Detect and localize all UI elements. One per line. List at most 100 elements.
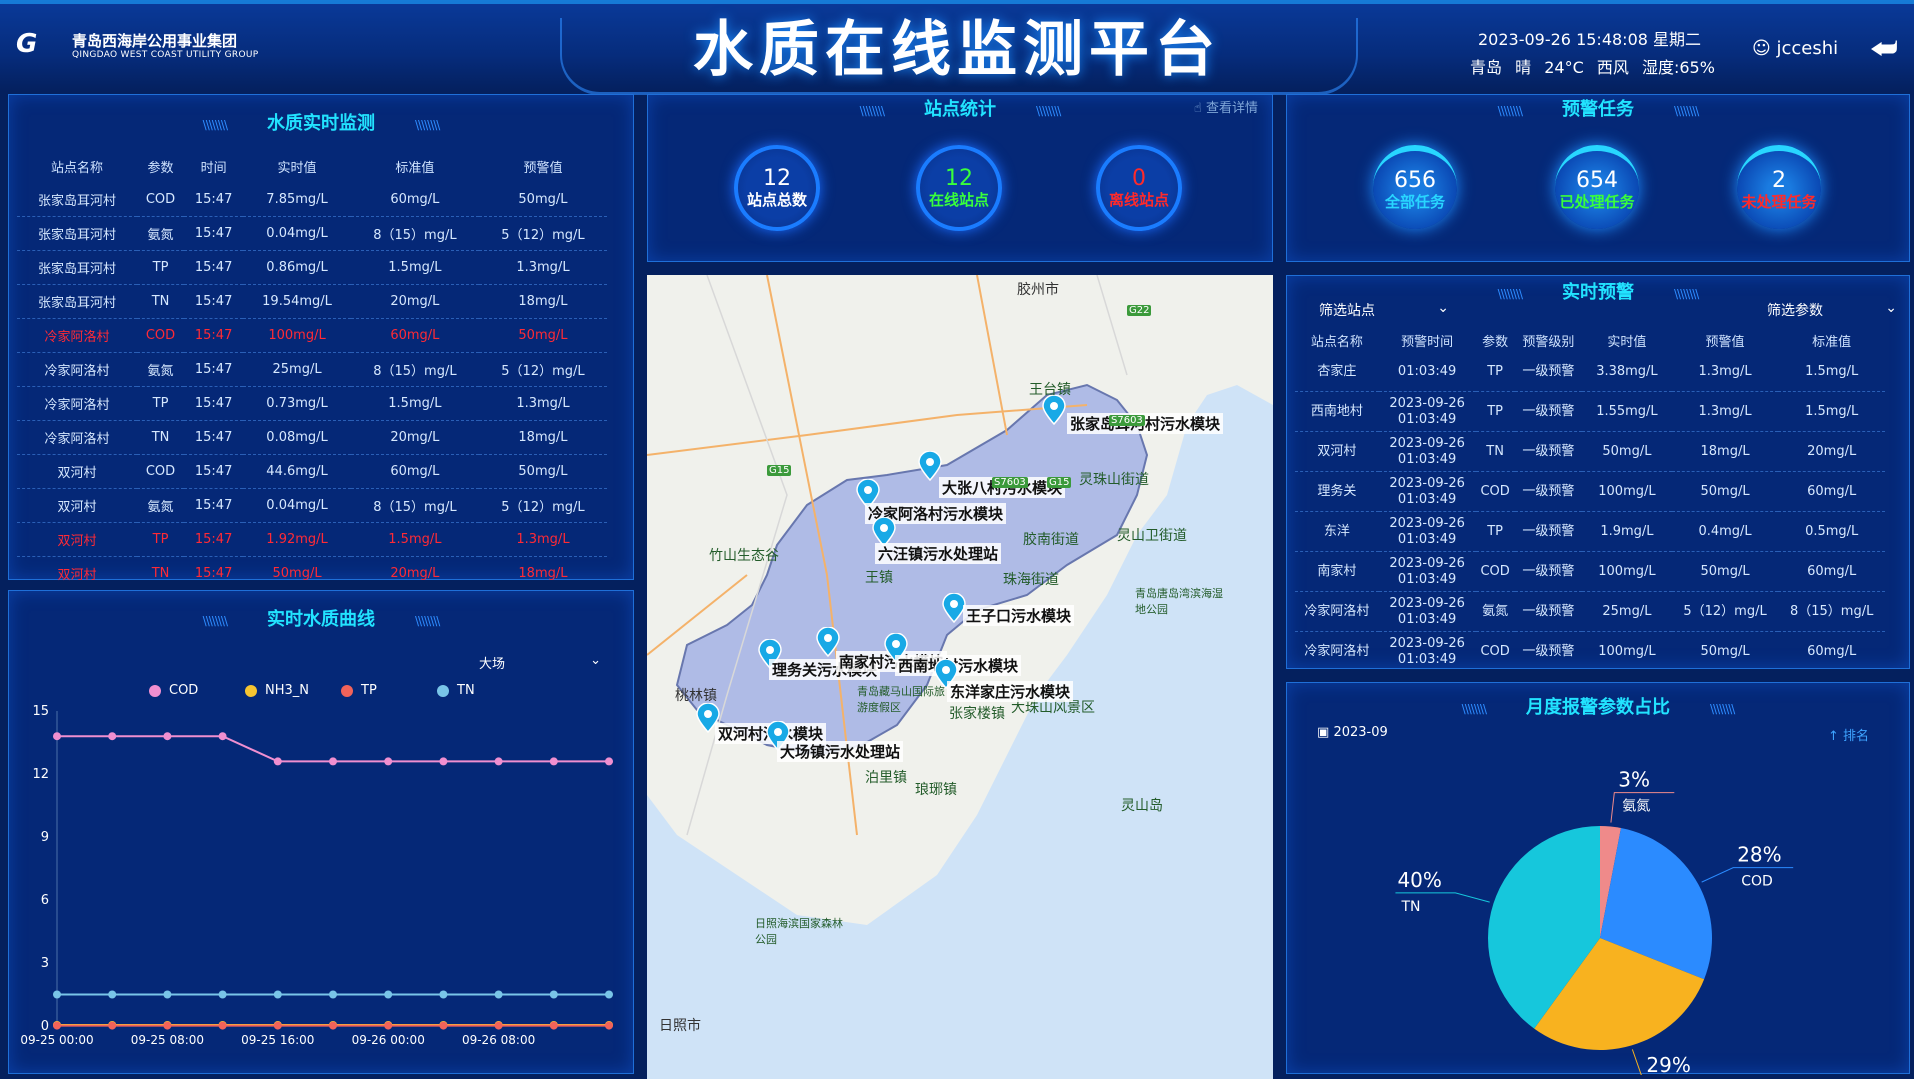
data-point[interactable]	[384, 1021, 393, 1030]
data-point[interactable]	[108, 990, 117, 999]
column-header: 预警级别	[1522, 334, 1575, 350]
data-point[interactable]	[329, 757, 337, 766]
table-row[interactable]: 冷家阿洛村 TP 15:47 0.73mg/L 1.5mg/L 1.3mg/L	[17, 386, 607, 421]
data-point[interactable]	[549, 757, 558, 766]
station-label[interactable]: 王子口污水模块	[963, 605, 1075, 626]
data-point[interactable]	[384, 757, 393, 766]
stat-ring[interactable]: 656 全部任务	[1373, 145, 1457, 229]
data-point[interactable]	[439, 1021, 448, 1030]
alerts-scroll[interactable]: 站点名称 预警时间 参数 预警级别 实时值 预警值 标准值 杏家庄 01:03:49 TP 一级预…	[1295, 328, 1903, 664]
stat-ring[interactable]: 0 离线站点	[1096, 145, 1182, 231]
stat-label: 站点总数	[746, 191, 807, 209]
data-point[interactable]	[549, 990, 558, 999]
filter-station-select[interactable]: 筛选站点 ⌄	[1319, 300, 1449, 320]
cell-value: 19.54mg/L	[243, 284, 351, 319]
stat-ring[interactable]: 654 已处理任务	[1555, 145, 1639, 229]
stat-ring[interactable]: 2 未处理任务	[1737, 145, 1821, 229]
cell-station: 冷家阿洛村	[1295, 631, 1379, 664]
table-row[interactable]: 冷家阿洛村 氨氮 15:47 25mg/L 8（15）mg/L 5（12）mg/L	[17, 352, 607, 387]
stat-label: 未处理任务	[1741, 193, 1817, 211]
station-label[interactable]: 张家岛耳河村污水模块	[1067, 413, 1224, 434]
cell-time: 15:47	[184, 420, 244, 455]
org-name-en: QINGDAO WEST COAST UTILITY GROUP	[72, 50, 259, 60]
cell-value: 7.85mg/L	[243, 183, 351, 217]
data-point[interactable]	[218, 1021, 227, 1030]
data-point[interactable]	[605, 757, 613, 766]
table-row[interactable]: 双河村 COD 15:47 44.6mg/L 60mg/L 50mg/L	[17, 454, 607, 489]
table-row[interactable]: 理务关 2023-09-26 01:03:49 COD 一级预警 100mg/L 50mg/…	[1295, 471, 1885, 512]
map-place: 灵山岛	[1121, 798, 1163, 814]
table-row[interactable]: 双河村 氨氮 15:47 0.04mg/L 8（15）mg/L 5（12）mg/L	[17, 488, 607, 523]
table-row[interactable]: 张家岛耳河村 COD 15:47 7.85mg/L 60mg/L 50mg/L	[17, 183, 607, 217]
data-point[interactable]	[218, 732, 227, 741]
data-point[interactable]	[273, 757, 282, 766]
table-row[interactable]: 冷家阿洛村 2023-09-26 01:03:49 氨氮 一级预警 25mg/L 5（12）…	[1295, 591, 1885, 632]
table-row[interactable]: 冷家阿洛村 COD 15:47 100mg/L 60mg/L 50mg/L	[17, 318, 607, 353]
data-point[interactable]	[273, 990, 282, 999]
data-point[interactable]	[329, 990, 337, 999]
data-point[interactable]	[163, 732, 172, 741]
data-point[interactable]	[53, 732, 61, 741]
table-row[interactable]: 东洋 2023-09-26 01:03:49 TP 一级预警 1.9mg/L 0.4mg/L…	[1295, 511, 1885, 552]
alert-date: 2023-09-26	[1389, 555, 1465, 571]
data-point[interactable]	[605, 990, 613, 999]
data-point[interactable]	[605, 1021, 613, 1030]
data-point[interactable]	[494, 757, 503, 766]
cell-time: 15:47	[184, 522, 244, 557]
data-point[interactable]	[329, 1021, 337, 1030]
data-point[interactable]	[439, 757, 448, 766]
station-stats-title: 站点统计	[648, 95, 1272, 121]
table-row[interactable]: 西南地村 2023-09-26 01:03:49 TP 一级预警 1.55mg/L 1.3m…	[1295, 391, 1885, 432]
user-name: jcceshi	[1776, 38, 1839, 59]
data-point[interactable]	[218, 990, 227, 999]
cell-warning: 5（12）mg/L	[478, 488, 607, 523]
data-point[interactable]	[108, 1021, 117, 1030]
table-row[interactable]: 双河村 2023-09-26 01:03:49 TN 一级预警 50mg/L 18mg/L 2…	[1295, 431, 1885, 472]
cell-warning: 50mg/L	[1671, 551, 1779, 592]
back-arrow-icon[interactable]: ⮨	[1870, 32, 1898, 67]
alert-clock: 01:03:49	[1397, 571, 1457, 587]
data-point[interactable]	[163, 1021, 172, 1030]
stat-value: 0	[1132, 166, 1146, 191]
table-row[interactable]: 冷家阿洛村 TN 15:47 0.08mg/L 20mg/L 18mg/L	[17, 420, 607, 455]
table-row[interactable]: 南家村 2023-09-26 01:03:49 COD 一级预警 100mg/L 50mg/…	[1295, 551, 1885, 592]
stat-ring[interactable]: 12 站点总数	[734, 145, 820, 231]
table-row[interactable]: 双河村 TN 15:47 50mg/L 20mg/L 18mg/L	[17, 556, 607, 591]
data-point[interactable]	[163, 990, 172, 999]
table-row[interactable]: 冷家阿洛村 2023-09-26 01:03:49 COD 一级预警 100mg/L 50m…	[1295, 631, 1885, 664]
data-point[interactable]	[549, 1021, 558, 1030]
cell-warning: 18mg/L	[1671, 431, 1779, 472]
station-select[interactable]: 大场 ⌄	[479, 653, 619, 672]
station-pin-icon[interactable]	[1041, 394, 1067, 426]
data-point[interactable]	[53, 990, 61, 999]
table-row[interactable]: 双河村 TP 15:47 1.92mg/L 1.5mg/L 1.3mg/L	[17, 522, 607, 557]
cell-value: 100mg/L	[1582, 471, 1672, 512]
realtime-monitor-panel: 水质实时监测 站点名称参数时间实时值标准值预警值 张家岛耳河村COD15:477…	[8, 94, 634, 591]
x-tick-label: 09-26 08:00	[462, 1033, 535, 1047]
table-row[interactable]: 张家岛耳河村 氨氮 15:47 0.04mg/L 8（15）mg/L 5（12）mg/L	[17, 216, 607, 251]
weather-city: 青岛	[1470, 58, 1503, 77]
data-point[interactable]	[273, 1021, 282, 1030]
data-point[interactable]	[494, 990, 503, 999]
logo-icon: G	[16, 29, 38, 59]
cell-station: 双河村	[17, 522, 138, 557]
station-label[interactable]: 东洋家庄污水模块	[947, 681, 1074, 702]
data-point[interactable]	[53, 1021, 61, 1030]
cell-param: 氨氮	[1475, 591, 1515, 632]
table-row[interactable]: 张家岛耳河村 TP 15:47 0.86mg/L 1.5mg/L 1.3mg/L	[17, 250, 607, 285]
stat-ring[interactable]: 12 在线站点	[916, 145, 1002, 231]
data-point[interactable]	[108, 732, 117, 741]
table-row[interactable]: 杏家庄 01:03:49 TP 一级预警 3.38mg/L 1.3mg/L 1.5mg/L	[1295, 352, 1885, 392]
station-label[interactable]: 大场镇污水处理站	[777, 741, 904, 762]
user-menu[interactable]: ☺ jcceshi	[1752, 38, 1838, 59]
cell-warning: 5（12）mg/L	[478, 216, 607, 251]
view-details-link[interactable]: ☝ 查看详情	[1194, 97, 1258, 116]
filter-param-select[interactable]: 筛选参数 ⌄	[1767, 300, 1897, 320]
table-row[interactable]: 张家岛耳河村 TN 15:47 19.54mg/L 20mg/L 18mg/L	[17, 284, 607, 319]
cell-standard: 60mg/L	[1778, 631, 1885, 664]
data-point[interactable]	[384, 990, 393, 999]
data-point[interactable]	[439, 990, 448, 999]
data-point[interactable]	[494, 1021, 503, 1030]
station-map[interactable]: 胶州市 日照市 桃林镇 竹山生态谷 王台镇 灵珠山街道 胶南街道 灵山卫街道 珠海街道 青岛唐岛湾…	[647, 275, 1273, 1079]
station-label[interactable]: 六汪镇污水处理站	[875, 543, 1002, 564]
